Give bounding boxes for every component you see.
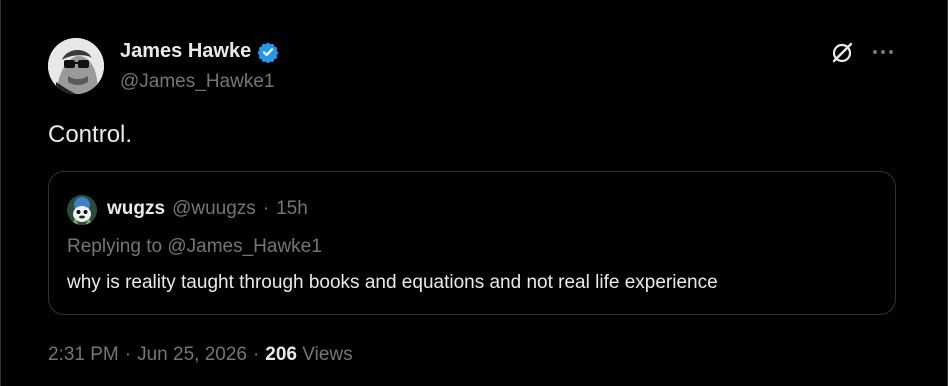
author-avatar[interactable]: [48, 38, 104, 94]
quoted-author-handle[interactable]: @wuugzs: [172, 198, 256, 220]
more-options-icon[interactable]: [870, 42, 896, 62]
tweet-text: Control.: [48, 121, 133, 148]
footer-separator: ·: [124, 344, 132, 365]
quoted-tweet-header: wugzs @wuugzs · 15h: [107, 198, 308, 220]
author-name[interactable]: James Hawke: [120, 40, 251, 63]
verified-badge-icon: [257, 41, 279, 63]
quoted-tweet-text: why is reality taught through books and …: [67, 272, 718, 293]
tweet-meta-footer: 2:31 PM · Jun 25, 2026 · 206 Views: [48, 344, 353, 366]
footer-separator: ·: [252, 344, 260, 365]
quoted-avatar-image: [67, 195, 97, 225]
grok-icon[interactable]: [829, 40, 855, 66]
quoted-timestamp[interactable]: 15h: [276, 198, 308, 220]
tweet-date[interactable]: Jun 25, 2026: [137, 344, 247, 366]
quoted-author-avatar[interactable]: [67, 195, 97, 225]
quoted-separator: ·: [262, 198, 270, 219]
tweet-time[interactable]: 2:31 PM: [48, 344, 119, 366]
views-label[interactable]: Views: [302, 344, 352, 365]
quoted-author-name[interactable]: wugzs: [107, 198, 165, 220]
replying-to-prefix: Replying to: [67, 236, 163, 257]
views-count[interactable]: 206: [265, 344, 297, 365]
author-name-row: James Hawke: [120, 40, 279, 63]
replying-to-handle[interactable]: @James_Hawke1: [167, 236, 321, 257]
left-border-line: [0, 0, 1, 386]
author-avatar-image: [48, 38, 104, 94]
quoted-replying-to: Replying to @James_Hawke1: [67, 236, 322, 258]
author-handle[interactable]: @James_Hawke1: [120, 71, 274, 93]
quoted-tweet-card[interactable]: wugzs @wuugzs · 15h Replying to @James_H…: [48, 171, 896, 315]
